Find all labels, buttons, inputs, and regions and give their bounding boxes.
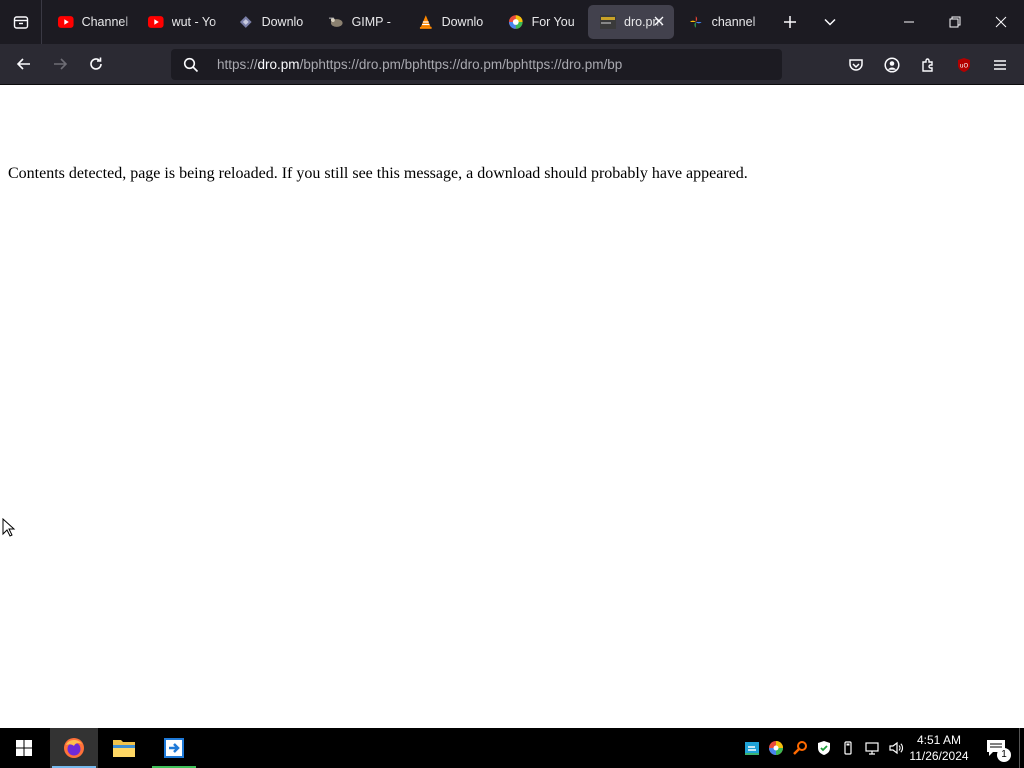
back-button[interactable] [6,48,42,80]
tab-strip: Channel wut - Yo Downlo GIMP - Downlo Fo… [0,0,1024,44]
pinwheel-icon [689,16,702,28]
sync-app-icon [745,742,759,755]
forward-button[interactable] [42,48,78,80]
tray-search-app[interactable] [788,728,812,768]
tab-for-you[interactable]: For You [496,5,586,39]
taskbar-file-explorer[interactable] [100,728,148,768]
reload-message: Contents detected, page is being reloade… [8,165,748,182]
pocket-button[interactable] [838,49,874,81]
youtube-icon [58,16,74,28]
tab-label: wut - Yo [171,15,217,29]
url-path: /bphttps://dro.pm/bphttps://dro.pm/bphtt… [299,57,623,72]
tray-security[interactable] [812,728,836,768]
url-search-button[interactable] [171,57,211,73]
minimize-icon [904,21,914,23]
search-icon [183,57,199,72]
url-text[interactable]: https://dro.pm/bphttps://dro.pm/bphttps:… [217,57,777,72]
restore-button[interactable] [932,0,978,44]
close-tab-icon[interactable] [652,14,666,28]
url-scheme: https:// [217,57,258,72]
close-icon [995,16,1007,28]
folder-icon [113,740,135,757]
system-tray [740,728,908,768]
reload-button[interactable] [78,48,114,80]
clock-time: 4:51 AM [916,733,962,747]
clock-date: 11/26/2024 [909,749,969,763]
windows-logo-icon [16,740,32,756]
firefox-icon [64,738,84,758]
tab-label: Downlo [441,15,484,29]
url-host: dro.pm [257,57,300,72]
show-desktop-button[interactable] [1019,728,1024,768]
ublock-icon: uO [958,57,970,72]
gimp-icon [328,17,343,27]
shield-icon [818,741,830,755]
dropm-icon [600,15,616,29]
svg-text:uO: uO [960,62,969,69]
extensions-button[interactable] [910,49,946,81]
taskbar-remote-app[interactable] [150,728,198,768]
account-icon [884,56,900,73]
app-menu-button[interactable] [982,49,1018,81]
back-arrow-icon [16,58,30,70]
restore-icon [949,16,961,28]
download-site-icon [239,16,252,28]
window-controls [886,0,1024,44]
magnifier-icon [793,741,807,755]
close-window-button[interactable] [978,0,1024,44]
action-center-button[interactable]: 1 [978,728,1014,768]
mouse-cursor-icon [2,518,16,537]
navigation-toolbar: https://dro.pm/bphttps://dro.pm/bphttps:… [0,44,1024,85]
tray-color-app[interactable] [764,728,788,768]
new-tab-button[interactable] [770,0,810,44]
tab-label: channel [711,15,756,29]
puzzle-icon [922,57,933,72]
reload-icon [90,57,102,70]
tab-download-1[interactable]: Downlo [226,5,316,39]
tab-list: Channel wut - Yo Downlo GIMP - Downlo Fo… [42,0,766,44]
tab-wut-youtube[interactable]: wut - Yo [136,5,226,39]
pocket-icon [849,58,863,71]
tab-channel-photos[interactable]: channel [676,5,766,39]
tab-label: For You [531,15,575,29]
color-wheel-icon [769,741,783,755]
tab-gimp[interactable]: GIMP - [316,5,406,39]
list-all-tabs-button[interactable] [810,0,850,44]
vlc-icon [419,15,432,29]
chevron-down-icon [824,18,836,26]
tab-actions [770,0,850,44]
tab-download-vlc[interactable]: Downlo [406,5,496,39]
remote-desktop-icon [164,738,184,758]
network-icon [865,742,879,755]
tab-dro-pm[interactable]: dro.pm [588,5,674,39]
account-button[interactable] [874,49,910,81]
tab-label: Downlo [261,15,304,29]
forward-arrow-icon [54,58,68,70]
address-bar[interactable]: https://dro.pm/bphttps://dro.pm/bphttps:… [171,49,782,80]
taskbar-firefox[interactable] [50,728,98,768]
usb-drive-icon [844,741,852,755]
youtube-icon [148,16,164,28]
notification-count-badge: 1 [997,748,1011,762]
tab-channel[interactable]: Channel [46,5,136,39]
page-content: Contents detected, page is being reloade… [0,85,1024,728]
plus-icon [784,16,796,28]
color-wheel-icon [508,15,523,29]
tray-sync-app[interactable] [740,728,764,768]
firefox-view-button[interactable] [0,0,42,44]
toolbar-right: uO [838,44,1018,85]
firefox-view-icon [13,16,28,29]
clock[interactable]: 4:51 AM 11/26/2024 [905,728,973,768]
tray-network[interactable] [860,728,884,768]
tab-label: GIMP - [351,15,391,29]
taskbar: 4:51 AM 11/26/2024 1 [0,728,1024,768]
speaker-icon [889,741,903,755]
minimize-button[interactable] [886,0,932,44]
start-button[interactable] [0,728,48,768]
hamburger-menu-icon [994,59,1006,70]
tab-label: Channel [81,15,129,29]
tray-usb[interactable] [836,728,860,768]
ublock-origin-button[interactable]: uO [946,49,982,81]
